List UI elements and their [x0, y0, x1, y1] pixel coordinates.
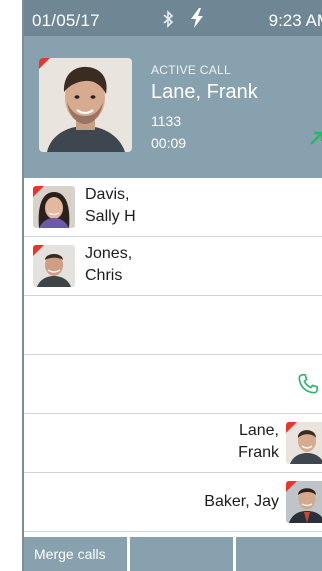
- contact-name-line1: Davis,: [85, 186, 130, 203]
- call-action-row: [24, 355, 322, 414]
- contact-name: Baker, Jay: [204, 493, 279, 510]
- list-item[interactable]: Baker, Jay: [24, 473, 322, 532]
- list-item[interactable]: Jones, Chris: [24, 237, 322, 296]
- softkey-bar: Merge calls: [24, 537, 322, 571]
- contact-name-line2: Frank: [238, 444, 279, 461]
- phone-icon[interactable]: [297, 373, 319, 395]
- presence-marker: [286, 422, 297, 433]
- merge-calls-button[interactable]: Merge calls: [24, 537, 127, 571]
- active-caller-photo: [39, 58, 132, 152]
- status-bar: 01/05/17 9:23 AM: [24, 0, 322, 36]
- contact-photo: [33, 245, 75, 287]
- contact-name: Lane, Frank: [238, 420, 279, 464]
- call-duration: 00:09: [151, 135, 187, 151]
- active-call-panel[interactable]: ACTIVE CALL Lane, Frank 1133 00:09: [24, 36, 322, 178]
- presence-marker: [39, 58, 50, 69]
- contact-name-line1: Jones,: [85, 245, 133, 262]
- bluetooth-icon: [163, 10, 174, 28]
- status-time: 9:23 AM: [268, 11, 322, 30]
- presence-marker: [33, 245, 44, 256]
- lightning-icon: [191, 8, 203, 28]
- phone-device: 01/05/17 9:23 AM: [0, 0, 322, 571]
- status-date: 01/05/17: [32, 11, 100, 30]
- contact-name-line2: Chris: [85, 267, 123, 284]
- contact-name: Davis, Sally H: [85, 184, 136, 228]
- active-call-label: ACTIVE CALL: [151, 63, 231, 77]
- contact-photo: [33, 186, 75, 228]
- contact-photo: [286, 422, 322, 464]
- empty-list-row: [24, 296, 322, 355]
- softkey-2-button[interactable]: [130, 537, 233, 571]
- list-item[interactable]: Lane, Frank: [24, 414, 322, 473]
- phone-screen: 01/05/17 9:23 AM: [22, 0, 322, 571]
- contact-photo: [286, 481, 322, 523]
- outgoing-arrow-icon: [310, 131, 322, 145]
- presence-marker: [33, 186, 44, 197]
- contact-name-line1: Lane,: [238, 422, 279, 439]
- presence-marker: [286, 481, 297, 492]
- softkey-3-button[interactable]: [236, 537, 322, 571]
- active-caller-name: Lane, Frank: [151, 81, 258, 103]
- active-caller-extension: 1133: [151, 113, 182, 129]
- contact-name-line2: Sally H: [85, 208, 136, 225]
- contact-name: Jones, Chris: [85, 243, 132, 287]
- list-item[interactable]: Davis, Sally H: [24, 178, 322, 237]
